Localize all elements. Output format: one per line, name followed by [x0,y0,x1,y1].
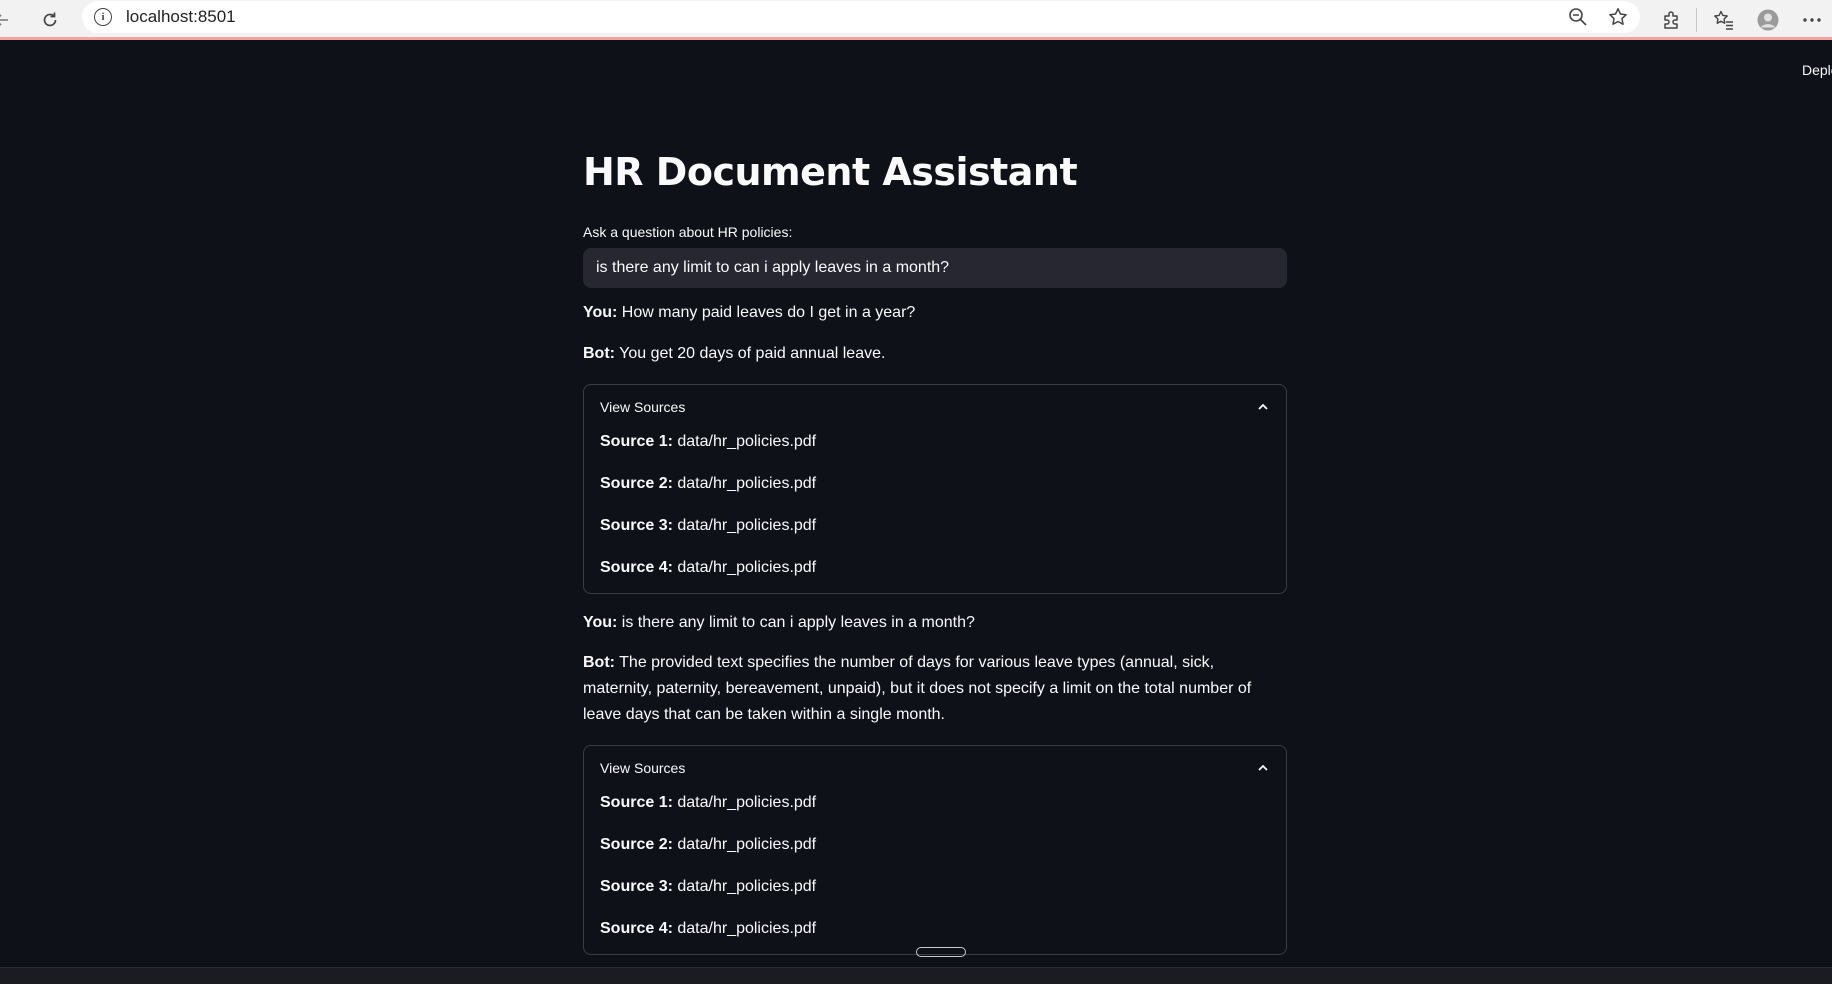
source-item: Source 1: data/hr_policies.pdf [600,429,1270,455]
source-label: Source 2: [600,474,673,492]
page-title: HR Document Assistant [583,150,1078,194]
source-label: Source 1: [600,432,673,450]
source-item: Source 4: data/hr_policies.pdf [600,555,1270,581]
source-item: Source 3: data/hr_policies.pdf [600,874,1270,900]
deploy-button[interactable]: Deploy [1802,62,1832,78]
source-label: Source 2: [600,835,673,853]
source-value: data/hr_policies.pdf [672,432,817,450]
profile-icon[interactable] [1752,4,1784,36]
main-content: HR Document Assistant Ask a question abo… [583,150,1287,955]
user-message: You: How many paid leaves do I get in a … [583,300,1287,326]
bot-label: Bot: [583,653,615,671]
bot-message-text: You get 20 days of paid annual leave. [614,344,886,362]
sources-expander-label: View Sources [600,398,686,415]
source-label: Source 4: [600,919,673,937]
question-input[interactable] [583,247,1287,288]
sources-expander: View Sources Source 1: data/hr_policies.… [583,744,1287,955]
source-value: data/hr_policies.pdf [672,877,817,895]
more-icon[interactable] [1796,4,1828,36]
user-message: You: is there any limit to can i apply l… [583,610,1287,636]
source-label: Source 4: [600,558,673,576]
back-arrow-icon[interactable] [0,4,18,36]
bot-message: Bot: You get 20 days of paid annual leav… [583,341,1287,367]
source-item: Source 4: data/hr_policies.pdf [600,916,1270,942]
source-item: Source 1: data/hr_policies.pdf [600,790,1270,816]
sources-expander-header[interactable]: View Sources [600,746,1270,790]
source-value: data/hr_policies.pdf [672,474,817,492]
source-value: data/hr_policies.pdf [672,516,817,534]
source-item: Source 2: data/hr_policies.pdf [600,832,1270,858]
bot-message: Bot: The provided text specifies the num… [583,650,1287,728]
source-label: Source 3: [600,877,673,895]
zoom-out-icon[interactable] [1564,3,1592,31]
source-value: data/hr_policies.pdf [672,919,817,937]
toolbar-separator [1696,8,1697,32]
favorites-icon[interactable] [1708,4,1740,36]
bot-label: Bot: [583,344,615,362]
site-info-icon[interactable]: i [94,8,112,26]
source-label: Source 3: [600,516,673,534]
sources-expander: View Sources Source 1: data/hr_policies.… [583,383,1287,594]
source-item: Source 2: data/hr_policies.pdf [600,471,1270,497]
browser-toolbar: i localhost:8501 [0,0,1832,40]
source-value: data/hr_policies.pdf [672,835,817,853]
you-label: You: [583,613,618,631]
chevron-up-icon[interactable] [1256,400,1270,414]
sources-expander-header[interactable]: View Sources [600,385,1270,429]
reload-icon[interactable] [34,4,66,36]
scroll-indicator[interactable] [916,947,966,957]
chevron-up-icon[interactable] [1256,761,1270,775]
url-text: localhost:8501 [126,7,236,26]
source-value: data/hr_policies.pdf [672,558,817,576]
source-item: Source 3: data/hr_policies.pdf [600,513,1270,539]
address-bar[interactable]: i localhost:8501 [82,1,1640,33]
user-message-text: is there any limit to can i apply leaves… [617,613,975,631]
source-value: data/hr_policies.pdf [672,793,817,811]
taskbar-strip [0,967,1832,984]
star-icon[interactable] [1604,3,1632,31]
source-label: Source 1: [600,793,673,811]
sources-expander-label: View Sources [600,759,686,776]
you-label: You: [583,303,618,321]
question-label: Ask a question about HR policies: [583,223,793,240]
user-message-text: How many paid leaves do I get in a year? [617,303,916,321]
bot-message-text: The provided text specifies the number o… [583,653,1252,723]
puzzle-icon[interactable] [1656,4,1688,36]
